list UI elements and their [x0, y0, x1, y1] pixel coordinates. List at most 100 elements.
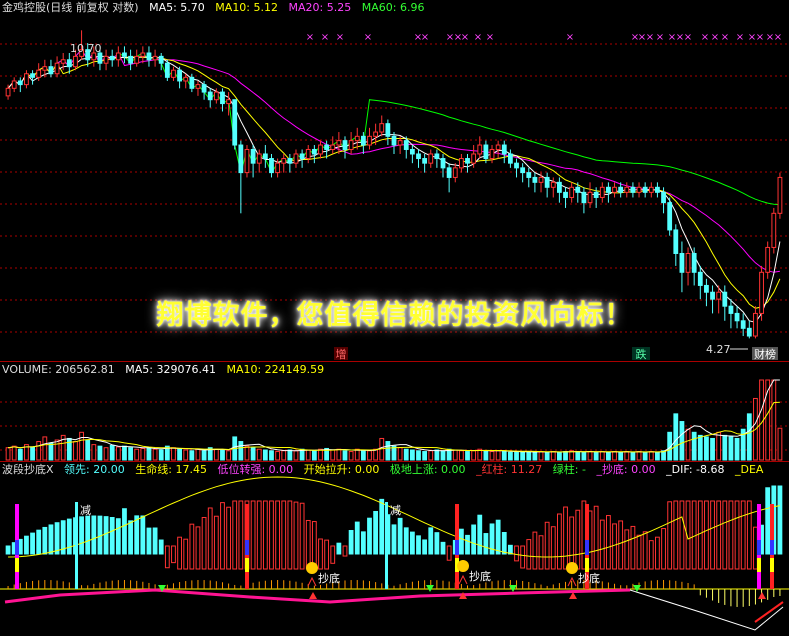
- volume-bar: [575, 451, 581, 461]
- signal-x-mark: ×: [774, 32, 782, 43]
- oscillator-bar: [416, 535, 421, 555]
- volume-bar: [544, 451, 550, 461]
- jian-bar: [385, 502, 388, 589]
- oscillator-bar: [648, 540, 654, 570]
- candle-body: [636, 186, 642, 193]
- oscillator-bar: [201, 516, 207, 570]
- candle-body: [128, 55, 133, 64]
- oscillator-bar: [746, 500, 752, 570]
- volume-bar: [612, 451, 617, 461]
- candle-body: [262, 153, 268, 160]
- oscillator-bar: [183, 538, 189, 570]
- oscillator-bar: [409, 531, 415, 555]
- candle-body: [244, 148, 250, 174]
- candle-body: [385, 123, 391, 137]
- candle-body: [367, 135, 372, 146]
- caibang-tag: 财榜: [754, 347, 776, 361]
- oscillator-bar: [477, 514, 483, 555]
- oscillator-bar: [734, 500, 740, 570]
- oscillator-bar: [311, 521, 317, 570]
- candle-body: [189, 76, 195, 89]
- oscillator-bar: [704, 500, 709, 570]
- oscillator-bar: [557, 513, 562, 570]
- oscillator-bar: [630, 525, 636, 570]
- candle-body: [465, 158, 470, 164]
- volume-pane[interactable]: VOLUME: 206562.81 MA5: 329076.41 MA10: 2…: [0, 362, 789, 462]
- candle-body: [606, 186, 611, 193]
- volume-bar: [507, 451, 513, 461]
- volume-bar: [287, 449, 293, 461]
- candle-body: [220, 91, 225, 105]
- volume-bar: [716, 431, 722, 461]
- oscillator-bar: [134, 515, 140, 555]
- candle-body: [458, 158, 464, 169]
- volume-bar: [269, 450, 274, 461]
- volume-bar: [397, 447, 403, 461]
- volume-bar: [220, 449, 225, 461]
- oscillator-bar: [250, 500, 256, 570]
- volume-bar: [336, 448, 342, 461]
- candle-body: [348, 140, 354, 150]
- candle-body: [336, 140, 342, 146]
- volume-bar: [557, 451, 562, 461]
- candle-body: [305, 148, 311, 160]
- jian-label: 减: [390, 504, 401, 517]
- indicator-chart[interactable]: 减 减抄底 抄底 抄底: [0, 462, 789, 636]
- volume-bar: [195, 448, 201, 461]
- oscillator-bar: [440, 541, 446, 555]
- candle-body: [330, 144, 336, 150]
- signal-x-mark: ×: [306, 32, 314, 43]
- oscillator-bar: [91, 515, 97, 555]
- signal-bar-blue: [15, 540, 19, 555]
- oscillator-bar: [667, 501, 673, 570]
- oscillator-bar: [140, 515, 146, 555]
- candle-body: [563, 191, 568, 198]
- candle-body: [122, 52, 127, 57]
- volume-bar: [636, 451, 642, 461]
- candle-body: [667, 202, 673, 231]
- volume-chart[interactable]: [0, 362, 789, 462]
- oscillator-bar: [624, 529, 630, 570]
- oscillator-bar: [532, 531, 538, 570]
- oscillator-bar: [262, 500, 268, 570]
- volume-bar: [434, 449, 440, 461]
- volume-bar: [495, 450, 501, 461]
- oscillator-bar: [379, 498, 385, 555]
- volume-bar: [710, 437, 715, 461]
- volume-bar: [134, 448, 140, 461]
- candle-body: [471, 153, 477, 164]
- signal-bar-yellow: [757, 558, 761, 572]
- signal-bar-yellow: [15, 558, 19, 572]
- indicator-pane[interactable]: 波段抄底X 领先: 20.00 生命线: 17.45 低位转强: 0.00 开始…: [0, 462, 789, 636]
- signal-x-mark: ×: [656, 32, 664, 43]
- oscillator-bar: [164, 545, 170, 569]
- candle-body: [109, 55, 115, 61]
- candle-body: [226, 99, 231, 105]
- oscillator-bar: [465, 534, 470, 555]
- volume-bar: [606, 451, 611, 461]
- volume-bar: [115, 446, 121, 461]
- candle-body: [171, 69, 176, 78]
- oscillator-bar: [293, 501, 299, 570]
- candle-body: [391, 135, 397, 146]
- volume-bar: [538, 451, 544, 461]
- jian-label: 减: [80, 504, 91, 517]
- volume-bar: [501, 451, 507, 461]
- candle-body: [526, 172, 532, 178]
- oscillator-bar: [318, 538, 323, 570]
- signal-x-mark: ×: [646, 32, 654, 43]
- signal-bar-blue: [770, 540, 774, 555]
- volume-bar: [311, 450, 317, 461]
- candle-body: [311, 148, 317, 155]
- smiley-icon: [457, 560, 469, 572]
- buy-triangle: [307, 576, 317, 587]
- oscillator-bar: [207, 507, 213, 570]
- volume-bar: [281, 450, 287, 461]
- volume-bar: [593, 451, 599, 461]
- trend-line: [4, 588, 631, 604]
- oscillator-bar: [122, 508, 127, 555]
- oscillator-bar: [434, 532, 440, 555]
- oscillator-bar: [753, 526, 758, 570]
- volume-bar: [385, 441, 391, 461]
- volume-bar: [777, 427, 783, 461]
